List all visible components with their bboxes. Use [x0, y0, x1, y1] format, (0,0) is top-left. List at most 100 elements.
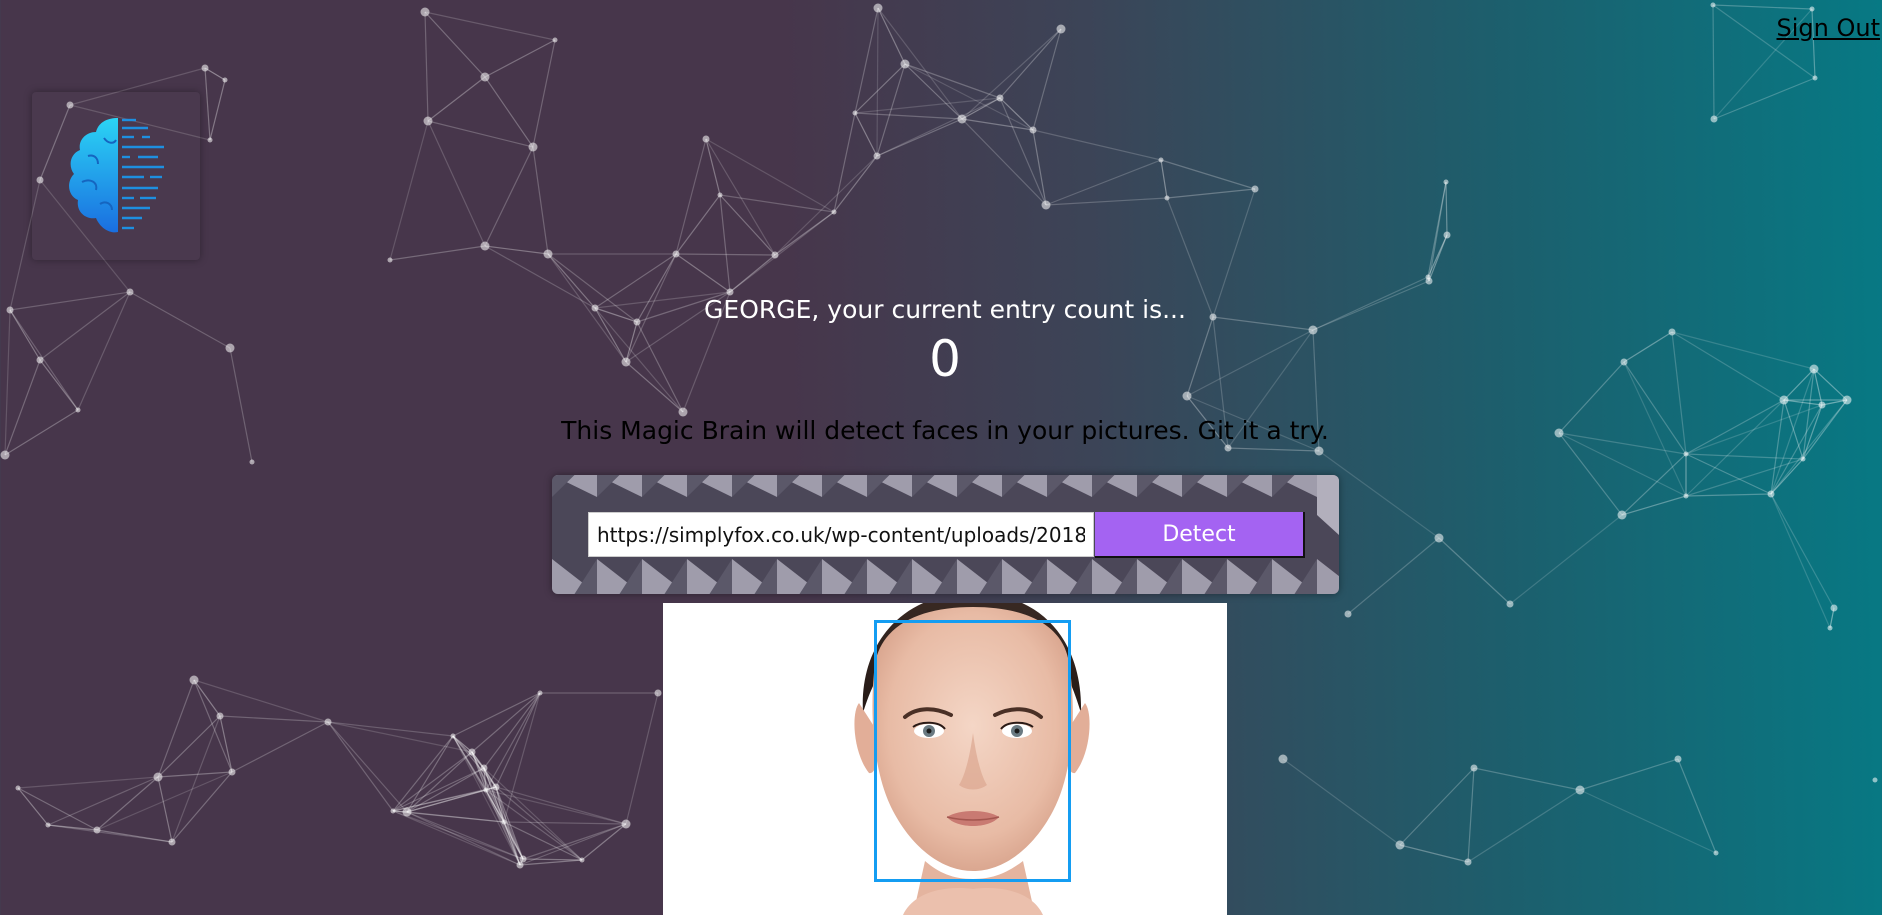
network-link [392, 789, 487, 812]
network-link [774, 211, 835, 256]
network-link [485, 789, 627, 825]
network-link [705, 138, 721, 196]
network-node [537, 690, 543, 696]
network-node [579, 857, 585, 863]
network-link [1621, 453, 1687, 516]
network-link [675, 138, 707, 255]
network-link [1399, 844, 1469, 863]
network-node [1827, 625, 1833, 631]
network-link [1558, 432, 1623, 516]
network-link [483, 767, 505, 823]
network-node [1617, 510, 1627, 520]
network-node [1842, 395, 1852, 405]
network-link [392, 810, 408, 813]
network-link [1770, 493, 1835, 609]
network-link [1428, 181, 1447, 282]
network-link [1770, 399, 1848, 495]
network-link [157, 715, 221, 778]
network-link [729, 254, 776, 293]
network-link [157, 776, 173, 843]
network-node [1818, 401, 1826, 409]
network-link [485, 692, 541, 791]
network-link [705, 138, 776, 256]
network-node [45, 822, 51, 828]
network-link [1399, 767, 1475, 846]
network-node [1344, 610, 1352, 618]
network-node [1314, 446, 1324, 456]
network-link [471, 751, 497, 788]
network-link [471, 692, 541, 753]
network-node [654, 689, 662, 697]
network-node [552, 37, 558, 43]
network-link [452, 692, 541, 737]
network-link [389, 245, 486, 261]
network-node [483, 787, 489, 793]
network-link [519, 858, 524, 866]
face-image-container [663, 603, 1227, 915]
entry-count-message: GEORGE, your current entry count is... [704, 295, 1186, 324]
network-link [1032, 28, 1062, 131]
network-node [771, 251, 779, 259]
network-link [495, 786, 505, 823]
network-node [1164, 195, 1170, 201]
network-node [501, 819, 507, 825]
network-link [327, 721, 473, 753]
network-link [1160, 159, 1256, 190]
image-url-input[interactable] [588, 512, 1094, 557]
network-link [424, 11, 486, 78]
network-link [503, 821, 627, 825]
network-link [231, 721, 329, 773]
network-link [503, 821, 521, 866]
network-node [1395, 840, 1405, 850]
network-link [406, 811, 505, 823]
network-node [153, 772, 163, 782]
network-link [876, 63, 906, 157]
network-link [471, 751, 521, 866]
network-link [219, 715, 329, 723]
network-link [47, 776, 159, 826]
network-link [1445, 181, 1448, 236]
entry-count-value: 0 [929, 330, 961, 388]
network-node [873, 3, 883, 13]
network-node [450, 733, 456, 739]
network-link [876, 97, 1001, 157]
network-link [485, 789, 521, 866]
network-link [327, 721, 454, 737]
network-link [452, 735, 485, 769]
sign-out-link[interactable]: Sign Out [1775, 14, 1882, 42]
network-node [468, 748, 476, 756]
network-link [495, 786, 521, 866]
network-node [873, 152, 881, 160]
network-node [420, 7, 430, 17]
network-link [1045, 159, 1162, 206]
network-link [96, 771, 233, 831]
network-node [480, 241, 490, 251]
network-node [621, 819, 631, 829]
network-link [1166, 188, 1256, 199]
network-node [480, 72, 490, 82]
detect-button[interactable]: Detect [1095, 512, 1305, 558]
network-link [157, 771, 233, 778]
network-link [392, 786, 497, 812]
network-node [1800, 456, 1806, 462]
network-node [1224, 444, 1232, 452]
network-link [1160, 159, 1168, 199]
network-link [1427, 181, 1447, 278]
network-link [96, 776, 159, 831]
network-link [532, 146, 549, 255]
network-link [406, 767, 485, 813]
network-link [1821, 399, 1848, 406]
network-link [485, 786, 497, 791]
network-link [471, 751, 485, 769]
network-link [392, 810, 524, 860]
network-link [327, 721, 394, 812]
network-node [1674, 755, 1682, 763]
network-link [1045, 197, 1168, 206]
network-link [719, 194, 776, 256]
network-node [168, 838, 176, 846]
network-node [1434, 533, 1444, 543]
network-link [961, 97, 1001, 120]
network-link [1509, 514, 1623, 605]
network-link [204, 67, 226, 81]
network-node [1443, 179, 1449, 185]
